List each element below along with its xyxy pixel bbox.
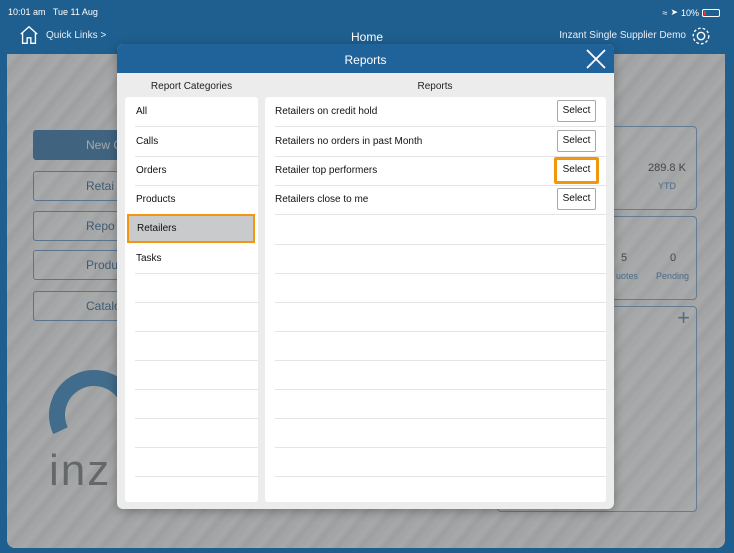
divider <box>135 331 258 332</box>
reports-modal: Reports Report Categories Reports All Ca… <box>117 44 614 509</box>
reports-heading: Reports <box>417 81 453 92</box>
supplier-name[interactable]: Inzant Single Supplier Demo <box>559 30 686 41</box>
divider <box>275 273 606 274</box>
divider <box>135 360 258 361</box>
report-row: Retailers close to me Select <box>265 185 606 214</box>
select-button[interactable]: Select <box>557 130 596 152</box>
select-button[interactable]: Select <box>557 188 596 210</box>
divider <box>135 447 258 448</box>
divider <box>275 331 606 332</box>
status-right: ≈ ➤ 10% <box>662 7 720 18</box>
modal-title: Reports <box>344 53 387 67</box>
divider <box>135 389 258 390</box>
status-time: 10:01 am Tue 11 Aug <box>8 7 98 17</box>
category-item-orders[interactable]: Orders <box>125 156 258 185</box>
report-label: Retailers close to me <box>275 194 369 205</box>
divider <box>135 302 258 303</box>
battery-level: 10% <box>680 7 699 18</box>
report-label: Retailers no orders in past Month <box>275 136 423 147</box>
battery-icon <box>702 8 720 17</box>
category-item-retailers[interactable]: Retailers <box>127 214 255 243</box>
divider <box>275 476 606 477</box>
location-icon: ➤ <box>670 7 678 17</box>
divider <box>275 244 606 245</box>
status-clock: 10:01 am <box>8 7 46 17</box>
close-icon[interactable] <box>584 46 608 72</box>
wifi-icon: ≈ <box>662 7 668 18</box>
report-list: Retailers on credit hold Select Retailer… <box>265 97 606 502</box>
category-list: All Calls Orders Products Retailers Task… <box>125 97 258 502</box>
category-item-products[interactable]: Products <box>125 185 258 214</box>
divider <box>275 360 606 361</box>
gear-icon[interactable] <box>690 25 712 47</box>
select-button[interactable]: Select <box>557 100 596 122</box>
divider <box>275 418 606 419</box>
divider <box>275 389 606 390</box>
select-button-highlighted[interactable]: Select <box>554 157 599 184</box>
report-row: Retailers no orders in past Month Select <box>265 127 606 156</box>
report-label: Retailer top performers <box>275 165 378 176</box>
divider <box>135 476 258 477</box>
category-item-tasks[interactable]: Tasks <box>125 244 258 273</box>
divider <box>275 447 606 448</box>
category-item-all[interactable]: All <box>125 97 258 126</box>
report-label: Retailers on credit hold <box>275 106 378 117</box>
categories-heading: Report Categories <box>150 81 233 92</box>
divider <box>275 302 606 303</box>
status-bar: 10:01 am Tue 11 Aug ≈ ➤ 10% <box>0 0 734 22</box>
divider <box>135 273 258 274</box>
report-row: Retailers on credit hold Select <box>265 97 606 126</box>
category-item-calls[interactable]: Calls <box>125 127 258 156</box>
status-date: Tue 11 Aug <box>52 7 98 17</box>
modal-header: Reports <box>117 44 614 73</box>
divider <box>275 214 606 215</box>
report-row: Retailer top performers Select <box>265 156 606 185</box>
divider <box>135 418 258 419</box>
app-frame: 10:01 am Tue 11 Aug ≈ ➤ 10% Quick Links … <box>0 0 734 553</box>
